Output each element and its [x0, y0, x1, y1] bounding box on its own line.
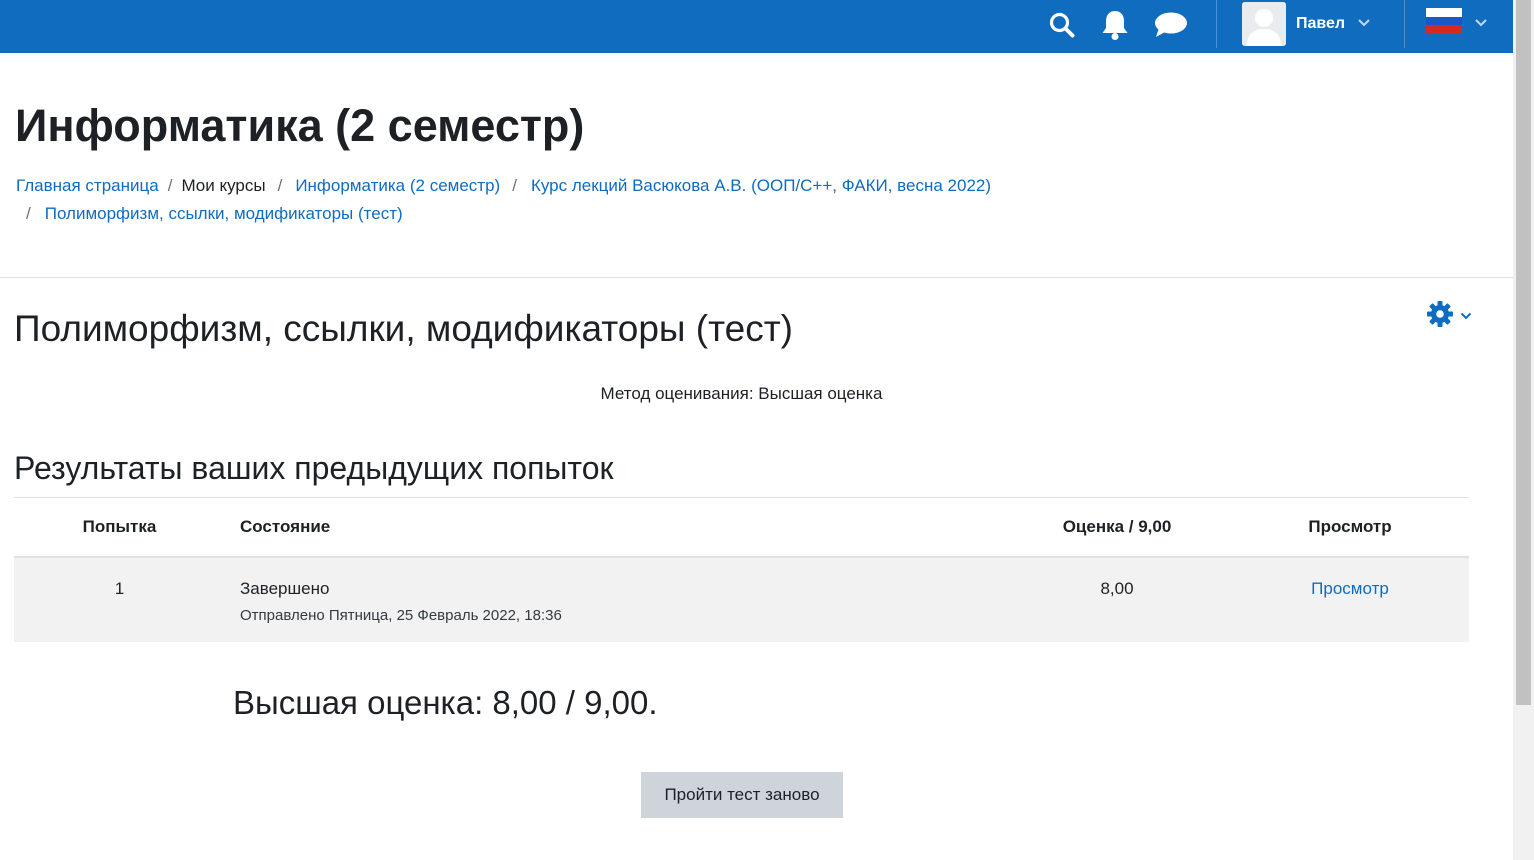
breadcrumb-separator: /: [512, 176, 517, 195]
header-divider: [0, 277, 1513, 278]
breadcrumb-item-quiz[interactable]: Полиморфизм, ссылки, модификаторы (тест): [45, 204, 403, 223]
breadcrumb-item-section[interactable]: Курс лекций Васюкова А.В. (ООП/С++, ФАКИ…: [531, 176, 991, 195]
attempt-submitted-time: Отправлено Пятница, 25 Февраль 2022, 18:…: [240, 607, 562, 624]
highest-grade-text: Высшая оценка: 8,00 / 9,00.: [233, 684, 658, 721]
nav-divider: [1216, 0, 1217, 48]
review-cell: Просмотр: [1231, 557, 1469, 642]
breadcrumb-separator: /: [26, 204, 31, 223]
attempt-grade: 8,00: [1100, 579, 1134, 598]
reattempt-quiz-button[interactable]: Пройти тест заново: [641, 772, 843, 818]
chevron-down-icon[interactable]: [1357, 15, 1371, 33]
top-navbar: Павел: [0, 0, 1513, 53]
grading-method-text: Метод оценивания: Высшая оценка: [600, 384, 883, 403]
gear-icon[interactable]: [1426, 300, 1454, 333]
table-row: 1 Завершено Отправлено Пятница, 25 Февра…: [14, 557, 1469, 642]
course-title: Информатика (2 семестр): [15, 100, 585, 151]
breadcrumb-separator: /: [277, 176, 283, 195]
quiz-title: Полиморфизм, ссылки, модификаторы (тест): [14, 308, 793, 349]
chevron-down-icon[interactable]: [1460, 308, 1472, 326]
attempt-state: Завершено: [240, 579, 330, 598]
language-menu[interactable]: [1426, 8, 1488, 39]
attempt-cell: 1: [14, 557, 225, 642]
breadcrumb-item-course[interactable]: Информатика (2 семестр): [295, 176, 500, 195]
avatar[interactable]: [1242, 2, 1286, 46]
results-heading: Результаты ваших предыдущих попыток: [14, 450, 614, 486]
flag-ru-icon[interactable]: [1426, 8, 1462, 39]
scrollbar-thumb[interactable]: [1516, 0, 1531, 705]
column-header-review: Просмотр: [1231, 498, 1469, 558]
breadcrumb-separator: /: [167, 176, 173, 195]
breadcrumb-item-my-courses: Мои курсы: [181, 176, 266, 195]
search-icon[interactable]: [1044, 7, 1080, 43]
breadcrumb: Главная страница / Мои курсы / Информатика (…: [16, 172, 1116, 228]
chat-icon[interactable]: [1153, 7, 1189, 43]
column-header-attempt: Попытка: [14, 498, 225, 558]
nav-divider: [1404, 0, 1405, 48]
user-name[interactable]: Павел: [1296, 15, 1345, 33]
review-link[interactable]: Просмотр: [1311, 579, 1389, 598]
attempt-number: 1: [114, 579, 125, 598]
breadcrumb-item-home[interactable]: Главная страница: [16, 176, 159, 195]
attempts-table: Попытка Состояние Оценка / 9,00 Просмотр…: [14, 498, 1469, 642]
state-cell: Завершено Отправлено Пятница, 25 Февраль…: [225, 557, 1003, 642]
table-header-row: Попытка Состояние Оценка / 9,00 Просмотр: [14, 498, 1469, 558]
user-menu[interactable]: Павел: [1242, 0, 1371, 48]
column-header-state: Состояние: [225, 498, 1003, 558]
column-header-grade: Оценка / 9,00: [1003, 498, 1231, 558]
grade-cell: 8,00: [1003, 557, 1231, 642]
quiz-actions-menu[interactable]: [1426, 300, 1472, 333]
bell-icon[interactable]: [1097, 7, 1133, 43]
chevron-down-icon[interactable]: [1474, 15, 1488, 33]
